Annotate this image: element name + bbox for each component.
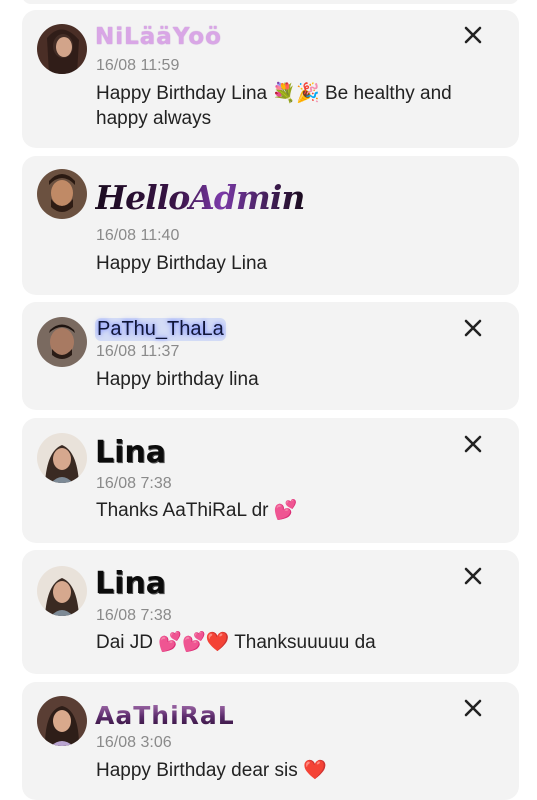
close-icon[interactable] <box>463 318 483 338</box>
comment-card: AaThiRaL 16/08 3:06 Happy Birthday dear … <box>22 682 519 800</box>
comment-text: Dai JD 💕💕❤️ Thanksuuuuu da <box>96 632 376 653</box>
comment-author[interactable]: HelloAdmin <box>95 178 305 217</box>
comment-timestamp: 16/08 11:59 <box>96 57 180 74</box>
comment-feed: NiLääYoö 16/08 11:59 Happy Birthday Lina… <box>0 0 537 800</box>
close-icon[interactable] <box>463 434 483 454</box>
avatar-image <box>37 566 87 616</box>
comment-text: Happy Birthday Lina 💐🎉 Be healthy and ha… <box>96 83 452 129</box>
previous-comment-card <box>22 0 519 4</box>
avatar[interactable] <box>37 317 87 367</box>
avatar[interactable] <box>37 696 87 746</box>
comment-text: Happy Birthday dear sis ❤️ <box>96 760 327 781</box>
comment-author[interactable]: AaThiRaL <box>95 701 235 730</box>
avatar[interactable] <box>37 433 87 483</box>
comment-author[interactable]: Lina <box>95 566 166 601</box>
avatar[interactable] <box>37 24 87 74</box>
comment-text: Happy birthday lina <box>96 369 259 390</box>
comment-timestamp: 16/08 3:06 <box>96 734 172 751</box>
avatar-image <box>37 24 87 74</box>
avatar[interactable] <box>37 169 87 219</box>
comment-card: HelloAdmin 16/08 11:40 Happy Birthday Li… <box>22 156 519 295</box>
comment-timestamp: 16/08 7:38 <box>96 475 172 492</box>
comment-timestamp: 16/08 11:37 <box>96 343 180 360</box>
comment-author[interactable]: NiLääYoö <box>95 24 222 50</box>
comment-author[interactable]: PaThu_ThaLa <box>95 318 226 341</box>
comment-author[interactable]: Lina <box>95 435 166 470</box>
avatar-image <box>37 317 87 367</box>
comment-text: Thanks AaThiRaL dr 💕 <box>96 500 298 521</box>
comment-timestamp: 16/08 11:40 <box>96 227 180 244</box>
avatar-image <box>37 433 87 483</box>
avatar-image <box>37 169 87 219</box>
avatar[interactable] <box>37 566 87 616</box>
comment-card: Lina 16/08 7:38 Dai JD 💕💕❤️ Thanksuuuuu … <box>22 550 519 674</box>
comment-card: PaThu_ThaLa 16/08 11:37 Happy birthday l… <box>22 302 519 410</box>
comment-timestamp: 16/08 7:38 <box>96 607 172 624</box>
comment-card: NiLääYoö 16/08 11:59 Happy Birthday Lina… <box>22 10 519 148</box>
comment-card: Lina 16/08 7:38 Thanks AaThiRaL dr 💕 <box>22 418 519 543</box>
close-icon[interactable] <box>463 566 483 586</box>
close-icon[interactable] <box>463 25 483 45</box>
avatar-image <box>37 696 87 746</box>
comment-text: Happy Birthday Lina <box>96 253 268 274</box>
close-icon[interactable] <box>463 698 483 718</box>
